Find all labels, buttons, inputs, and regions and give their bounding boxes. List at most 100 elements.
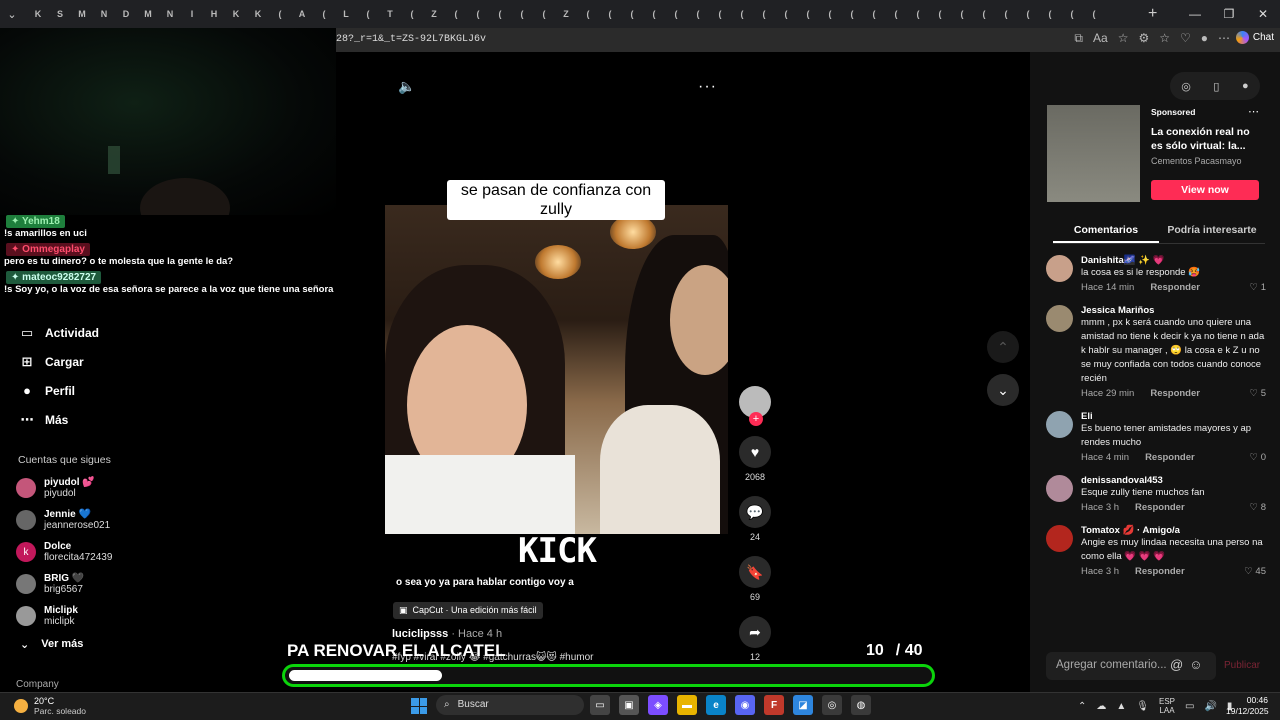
weather-widget[interactable]: 20°C Parc. soleado [14, 696, 86, 716]
comment-author[interactable]: denissandoval453 [1081, 475, 1266, 486]
browser-tab[interactable]: ( [864, 4, 884, 24]
app-tray-icon[interactable]: ▲ [1116, 701, 1126, 712]
new-tab-button[interactable]: + [1148, 5, 1157, 23]
url-field[interactable]: 28?_r=1&_t=ZS-92L7BKGLJ6v [336, 34, 486, 45]
browser-tab[interactable]: ( [512, 4, 532, 24]
translate-icon[interactable]: Aa [1093, 31, 1108, 46]
browser-tab[interactable]: ( [468, 4, 488, 24]
maximize-icon[interactable]: ❐ [1212, 0, 1246, 28]
discord-icon[interactable]: ◉ [735, 695, 755, 715]
share-button[interactable]: ➦ [739, 616, 771, 648]
photos-icon[interactable]: ◪ [793, 695, 813, 715]
windows-start-icon[interactable] [411, 698, 427, 714]
browser-tab[interactable]: T [380, 4, 400, 24]
browser-tab[interactable]: N [94, 4, 114, 24]
task-view-icon[interactable]: ▭ [590, 695, 610, 715]
minimize-icon[interactable]: — [1178, 0, 1212, 28]
browser-tab[interactable]: M [72, 4, 92, 24]
browser-tab[interactable]: ( [1018, 4, 1038, 24]
tray-chevron-icon[interactable]: ⌃ [1078, 701, 1086, 712]
sidebar-item[interactable]: ▭ Actividad [0, 318, 160, 347]
browser-tab[interactable]: ( [666, 4, 686, 24]
copilot-chat-button[interactable]: Chat [1235, 31, 1274, 44]
ad-title[interactable]: La conexión real no es sólo virtual: la.… [1151, 125, 1261, 153]
see-more-button[interactable]: ⌄ Ver más [0, 638, 160, 651]
browser-tab[interactable]: K [248, 4, 268, 24]
browser-tab[interactable]: ( [1084, 4, 1104, 24]
browser-tab[interactable]: ( [908, 4, 928, 24]
comment-button[interactable]: 💬 [739, 496, 771, 528]
browser-tab[interactable]: ( [732, 4, 752, 24]
favorites-bar-icon[interactable]: ☆ [1159, 31, 1170, 46]
reply-button[interactable]: Responder [1150, 388, 1200, 399]
comment-author[interactable]: Jessica Mariños [1081, 305, 1266, 316]
view-now-button[interactable]: View now [1151, 180, 1259, 200]
browser-tab[interactable]: ( [358, 4, 378, 24]
browser-tab[interactable]: ( [798, 4, 818, 24]
sidebar-item[interactable]: ● Perfil [0, 376, 160, 405]
app-icon[interactable]: F [764, 695, 784, 715]
obs-icon[interactable]: ◍ [851, 695, 871, 715]
avatar[interactable] [1046, 475, 1073, 502]
browser-tab[interactable]: ( [1040, 4, 1060, 24]
followed-account[interactable]: k Dolce florecita472439 [0, 536, 160, 568]
comment-author[interactable]: Danishita🌌 ✨ 💗 [1081, 255, 1266, 266]
browser-tab[interactable]: ( [996, 4, 1016, 24]
browser-tab[interactable]: ( [446, 4, 466, 24]
follow-plus-icon[interactable]: + [749, 412, 763, 426]
network-icon[interactable]: ▭ [1185, 701, 1194, 712]
open-in-app-icon[interactable]: ⧉ [1074, 31, 1083, 46]
tab-might-like[interactable]: Podría interesarte [1159, 218, 1265, 243]
browser-tab[interactable]: S [50, 4, 70, 24]
browser-tab[interactable]: Z [424, 4, 444, 24]
avatar[interactable] [1046, 411, 1073, 438]
avatar[interactable] [1046, 525, 1073, 552]
taskbar-search[interactable]: ⌕ Buscar [436, 695, 584, 715]
comment-author[interactable]: Eli [1081, 411, 1266, 422]
publish-button[interactable]: Publicar [1224, 660, 1260, 671]
browser-tab[interactable]: D [116, 4, 136, 24]
followed-account[interactable]: BRIG 🖤 brig6567 [0, 568, 160, 600]
browser-tab[interactable]: K [28, 4, 48, 24]
reply-button[interactable]: Responder [1150, 282, 1200, 293]
onedrive-icon[interactable]: ☁ [1096, 701, 1106, 712]
browser-tab[interactable]: K [226, 4, 246, 24]
profile-icon[interactable]: ● [1201, 31, 1208, 46]
followed-account[interactable]: Jennie 💙 jeannerose021 [0, 504, 160, 536]
extensions-icon[interactable]: ⚙ [1138, 31, 1149, 46]
browser-tab[interactable]: N [160, 4, 180, 24]
browser-tab[interactable]: ( [974, 4, 994, 24]
tab-actions-button[interactable]: ⌄ [0, 0, 24, 28]
browser-tab[interactable]: ( [688, 4, 708, 24]
video-frame[interactable] [385, 205, 728, 534]
browser-tab[interactable]: I [182, 4, 202, 24]
comment-author[interactable]: Tomatox 💋 · Amigo/a [1081, 525, 1266, 536]
browser-tab[interactable]: ( [644, 4, 664, 24]
browser-tab[interactable]: ( [1062, 4, 1082, 24]
shield-icon[interactable]: ♡ [1180, 31, 1191, 46]
tab-comments[interactable]: Comentarios [1053, 218, 1159, 243]
footer-company[interactable]: Company [16, 679, 59, 690]
more-icon[interactable]: ⋯ [1218, 31, 1230, 46]
copilot-app-icon[interactable]: ◈ [648, 695, 668, 715]
browser-tab[interactable]: ( [710, 4, 730, 24]
browser-tab[interactable]: ( [754, 4, 774, 24]
browser-tab[interactable]: ( [952, 4, 972, 24]
browser-tab[interactable]: M [138, 4, 158, 24]
browser-tab[interactable]: A [292, 4, 312, 24]
comment-like-button[interactable]: ♡ 0 [1250, 452, 1266, 463]
speaker-icon[interactable]: 🔊 [1204, 701, 1216, 712]
browser-tab[interactable]: Z [556, 4, 576, 24]
browser-tab[interactable]: H [204, 4, 224, 24]
reply-button[interactable]: Responder [1135, 502, 1185, 513]
author-avatar[interactable]: + [739, 386, 771, 426]
next-video-button[interactable]: ⌄ [987, 374, 1019, 406]
volume-icon[interactable]: 🔈 [398, 78, 415, 95]
comment-like-button[interactable]: ♡ 1 [1250, 282, 1266, 293]
xbox-icon[interactable]: ◎ [822, 695, 842, 715]
file-explorer-icon[interactable]: ▬ [677, 695, 697, 715]
mention-icon[interactable]: @ [1170, 657, 1189, 672]
user-avatar[interactable]: ● [1242, 80, 1249, 92]
close-icon[interactable]: ✕ [1246, 0, 1280, 28]
browser-tab[interactable]: ( [600, 4, 620, 24]
